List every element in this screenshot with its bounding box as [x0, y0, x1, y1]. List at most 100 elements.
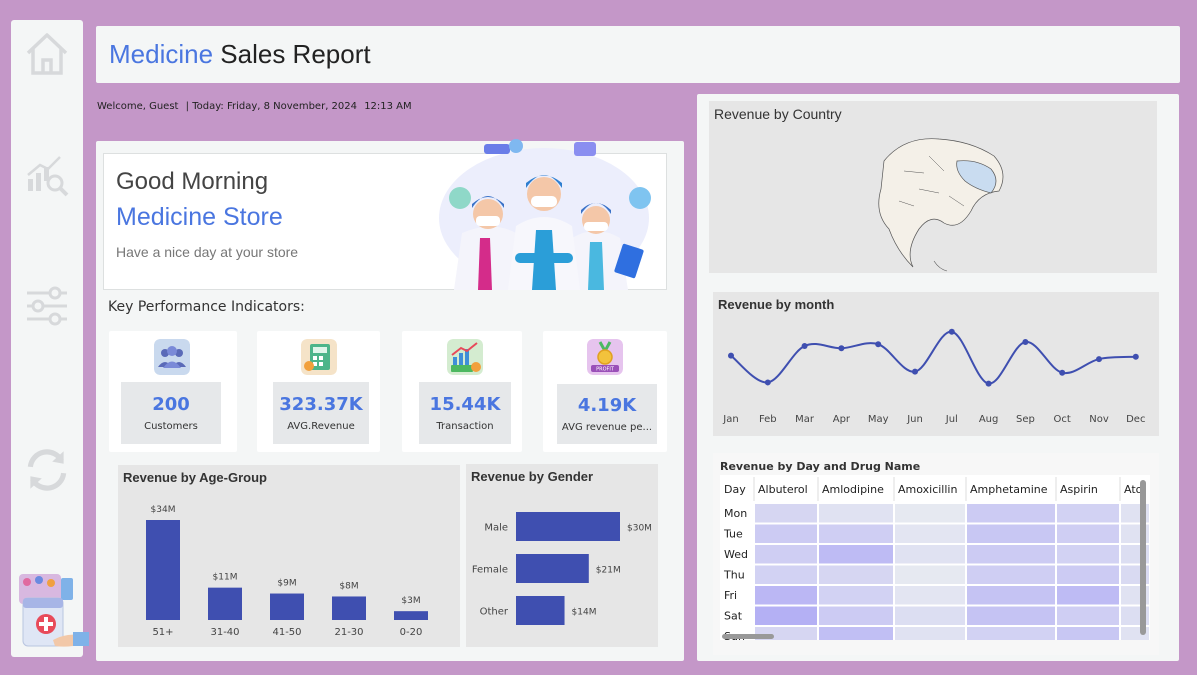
- store-name: Medicine Store: [116, 203, 283, 231]
- customers-icon: [154, 339, 190, 375]
- globe-map[interactable]: [709, 101, 1157, 273]
- title-rest: Sales Report: [220, 39, 371, 69]
- kpi-box-avg-revenue: 323.37K AVG.Revenue: [273, 382, 369, 444]
- kpi-value: 15.44K: [429, 394, 501, 415]
- gender-category-label: Male: [484, 523, 508, 534]
- age-bar-value-label: $11M: [213, 573, 238, 583]
- month-point-oct: [1059, 369, 1066, 376]
- heatmap-cell: [895, 504, 965, 523]
- kpi-box-transaction: 15.44K Transaction: [419, 382, 511, 444]
- heatmap-cell: [755, 524, 817, 543]
- transaction-chart-icon: [447, 339, 483, 375]
- age-bar-value-label: $34M: [151, 505, 176, 515]
- home-button[interactable]: [21, 28, 73, 80]
- greeting-card: Good Morning Medicine Store Have a nice …: [103, 139, 667, 290]
- analytics-button[interactable]: [21, 148, 73, 200]
- age-category-label: 21-30: [334, 627, 363, 638]
- heatmap-row-label: Sat: [724, 610, 743, 623]
- kpi-card-transaction: 15.44K Transaction: [402, 331, 522, 452]
- heatmap-cell: [1057, 627, 1119, 640]
- heatmap-cell: [1057, 524, 1119, 543]
- country-map-chart: Revenue by Country: [709, 101, 1157, 273]
- current-time: 12:13 AM: [364, 101, 412, 112]
- month-tick-label: Jan: [722, 414, 738, 425]
- heatmap-cell: [819, 524, 893, 543]
- age-bar-value-label: $9M: [277, 579, 296, 589]
- age-bar-value-label: $3M: [401, 596, 420, 606]
- sidebar: [11, 20, 89, 657]
- calculator-icon: [301, 339, 337, 375]
- header-bar: Medicine Sales Report: [96, 26, 1180, 83]
- heatmap-cell: [755, 586, 817, 605]
- heatmap-cell: [895, 627, 965, 640]
- heatmap-cell: [819, 627, 893, 640]
- heatmap-row-label: Mon: [724, 507, 747, 520]
- kpi-card-customers: 200 Customers: [109, 331, 237, 452]
- month-point-dec: [1132, 353, 1139, 360]
- gender-category-label: Female: [472, 565, 508, 576]
- month-tick-label: Apr: [833, 414, 851, 425]
- chart-title: Revenue by Day and Drug Name: [720, 460, 921, 473]
- age-bar-21-30: [332, 596, 366, 620]
- sliders-icon: [27, 286, 67, 326]
- heatmap-column-header: Aspirin: [1060, 483, 1098, 496]
- age-group-bars: $34M 51+ $11M 31-40 $9M 41-50 $8M 21-30 $3M 0-20: [146, 505, 428, 638]
- gender-bar-value-label: $21M: [596, 566, 621, 576]
- title-accent: Medicine: [109, 39, 214, 69]
- age-category-label: 51+: [152, 627, 173, 638]
- month-point-feb: [764, 379, 771, 386]
- heatmap-column-header: Albuterol: [758, 483, 808, 496]
- heatmap-cell: [755, 545, 817, 564]
- heatmap-row-label: Tue: [723, 528, 743, 541]
- month-tick-label: Sep: [1016, 414, 1035, 425]
- gender-bar-female: [516, 554, 589, 583]
- gender-bar-male: [516, 512, 620, 541]
- heatmap-cell: [819, 545, 893, 564]
- age-category-label: 0-20: [400, 627, 423, 638]
- heatmap-cell: [755, 504, 817, 523]
- welcome-line: Welcome, Guest | Today: Friday, 8 Novemb…: [97, 101, 416, 112]
- kpi-label: AVG revenue pe...: [561, 422, 653, 433]
- refresh-button[interactable]: [21, 444, 73, 496]
- age-bar-0-20: [394, 611, 428, 620]
- kpi-box-customers: 200 Customers: [121, 382, 221, 444]
- heatmap-cell: [967, 504, 1055, 523]
- age-group-chart: Revenue by Age-Group $34M 51+ $11M 31-40 $9M…: [118, 465, 460, 647]
- analytics-search-icon: [27, 156, 69, 197]
- kpi-value: 4.19K: [577, 395, 637, 416]
- heatmap-cell: [895, 586, 965, 605]
- month-point-apr: [838, 345, 845, 352]
- month-point-nov: [1096, 356, 1102, 363]
- page-title: Medicine Sales Report: [109, 39, 371, 70]
- month-line: Jan Feb Mar Apr May Jun Jul Aug Sep Oct Nov Dec: [722, 328, 1145, 425]
- heatmap-row-label: Fri: [724, 589, 737, 602]
- heatmap-column-header: Amoxicillin: [898, 483, 957, 496]
- heatmap-cell: [755, 606, 817, 625]
- medicine-store-logo: [13, 570, 93, 655]
- kpi-label: AVG.Revenue: [287, 421, 355, 432]
- vertical-scrollbar[interactable]: [1140, 480, 1146, 635]
- kpi-heading: Key Performance Indicators:: [108, 299, 305, 315]
- heatmap-column-header: Amlodipine: [822, 483, 884, 496]
- kpi-value: 323.37K: [279, 394, 363, 415]
- month-tick-label: Mar: [795, 414, 815, 425]
- age-bar-31-40: [208, 587, 242, 620]
- filters-button[interactable]: [21, 280, 73, 332]
- heatmap-cell: [967, 545, 1055, 564]
- month-tick-label: Jul: [945, 414, 958, 425]
- heatmap-cell: [967, 606, 1055, 625]
- horizontal-scrollbar[interactable]: [722, 634, 774, 639]
- month-tick-label: May: [868, 414, 889, 425]
- heatmap-cell: [967, 524, 1055, 543]
- heatmap-cell: [1057, 545, 1119, 564]
- age-category-label: 41-50: [272, 627, 301, 638]
- heatmap-cell: [1057, 606, 1119, 625]
- greeting-subtitle: Have a nice day at your store: [116, 244, 299, 260]
- today-date: | Today: Friday, 8 November, 2024: [185, 101, 357, 112]
- kpi-label: Transaction: [436, 421, 494, 432]
- month-tick-label: Nov: [1089, 414, 1109, 425]
- month-point-aug: [985, 380, 992, 387]
- heatmap: Day Albuterol Amlodipine Amoxicillin Ampheta…: [723, 477, 1149, 640]
- kpi-value: 200: [152, 394, 190, 415]
- kpi-box-avg-revenue-per: 4.19K AVG revenue pe...: [557, 384, 657, 444]
